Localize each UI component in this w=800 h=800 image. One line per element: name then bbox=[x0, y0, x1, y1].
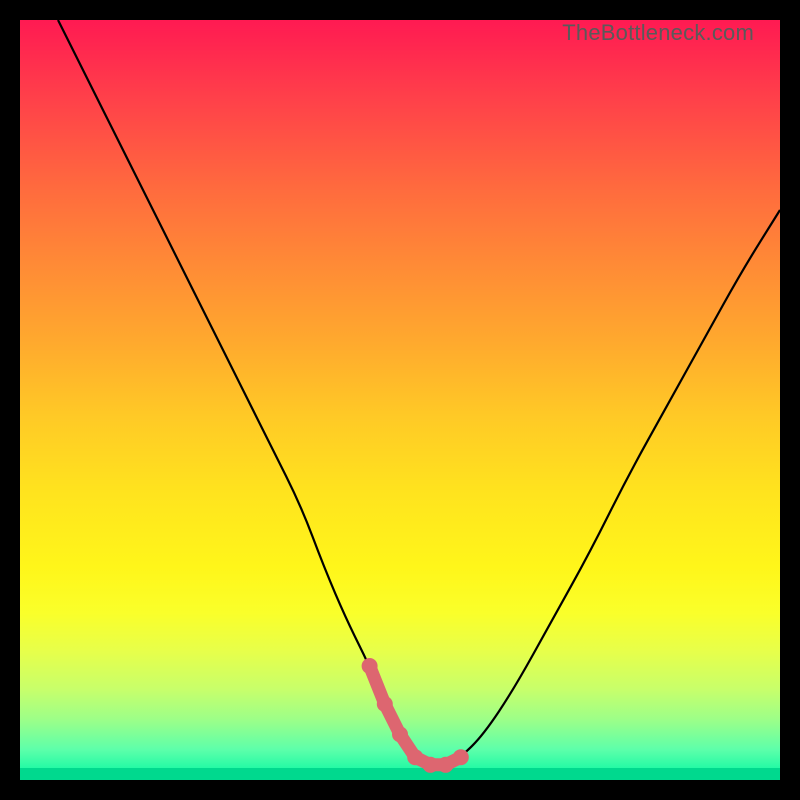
chart-area: TheBottleneck.com bbox=[20, 20, 780, 780]
bottleneck-curve bbox=[20, 20, 780, 780]
watermark-text: TheBottleneck.com bbox=[562, 20, 754, 46]
